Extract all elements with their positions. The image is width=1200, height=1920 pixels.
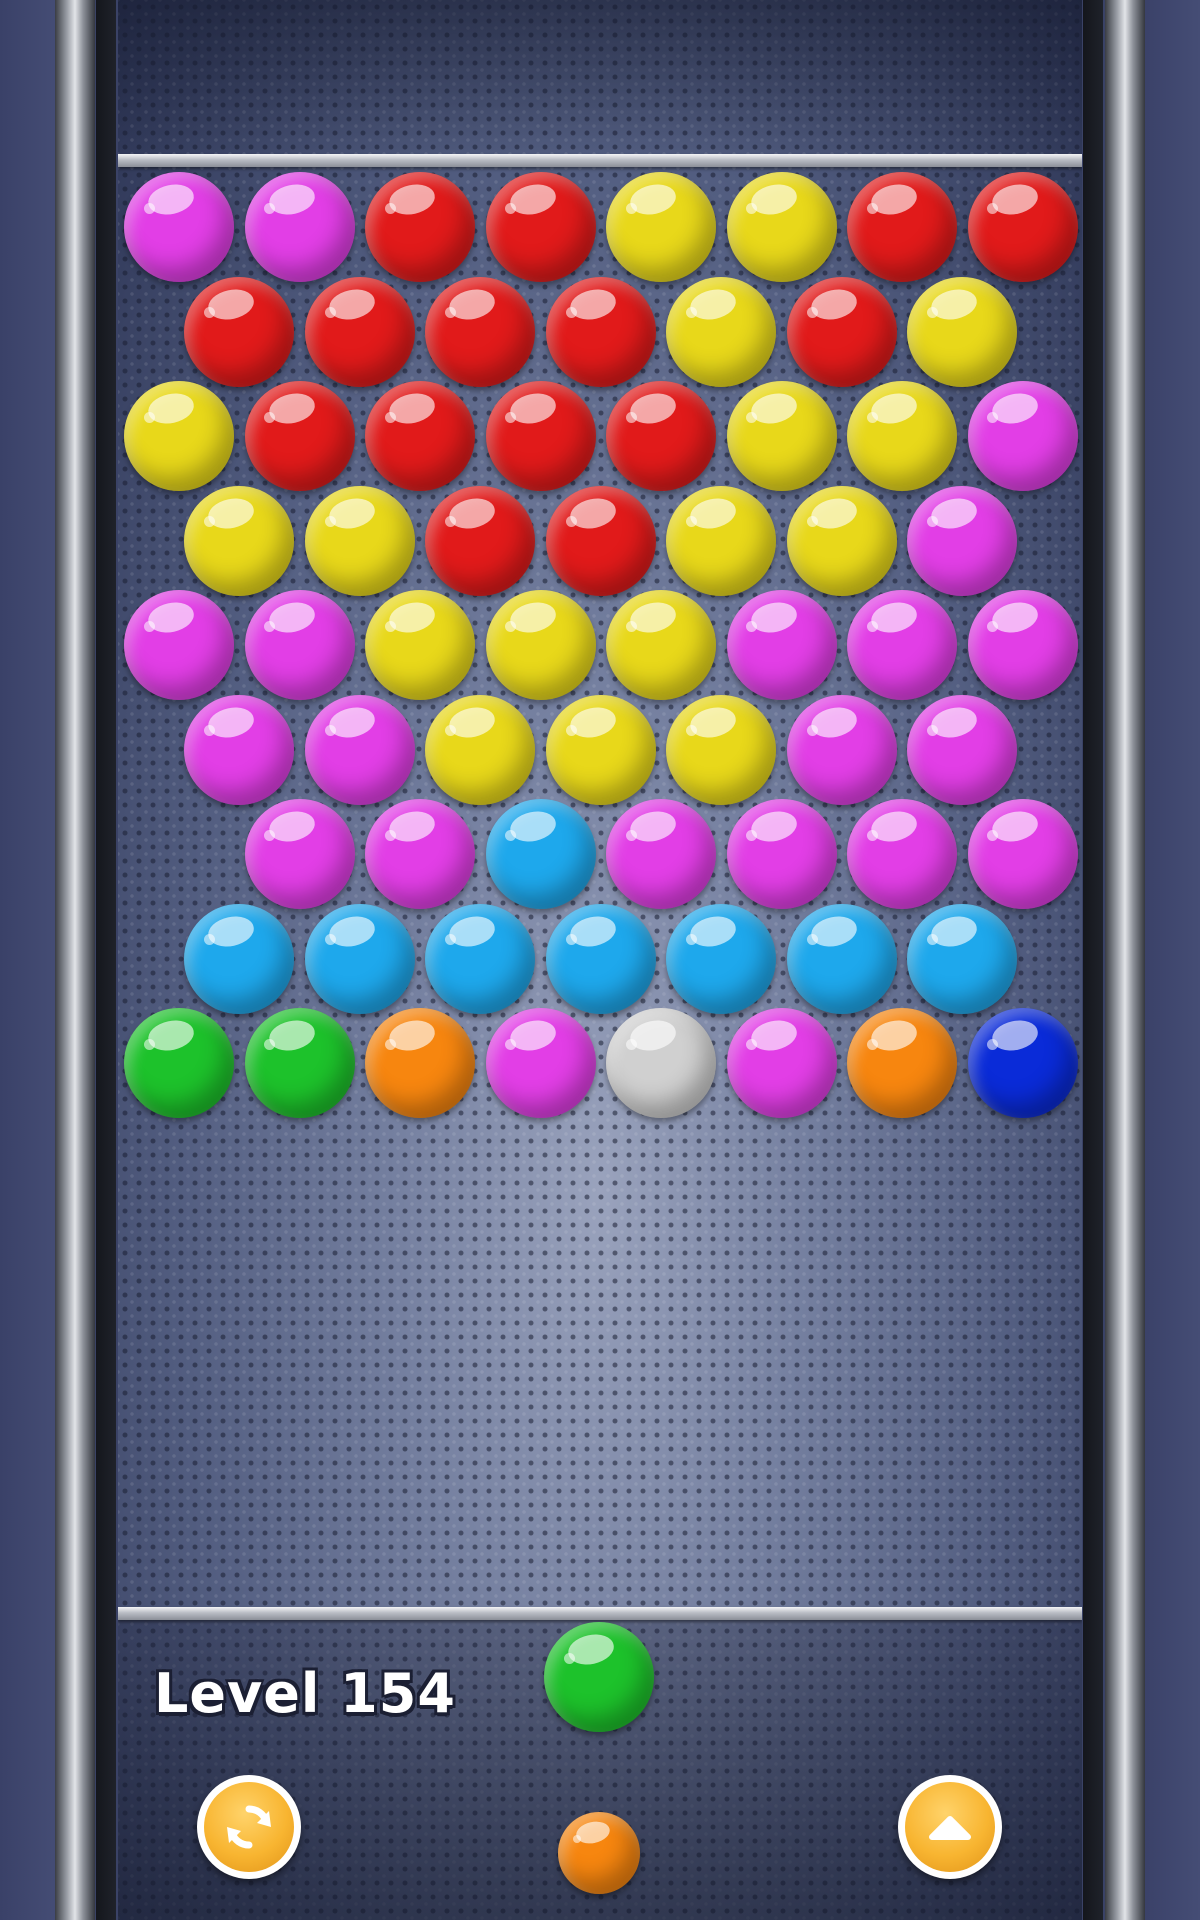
- bubble-red: [786, 276, 897, 387]
- current-bubble[interactable]: [544, 1622, 654, 1732]
- arrow-up-icon: [905, 1782, 995, 1872]
- bubble-magenta: [847, 590, 957, 700]
- bubble-cyan: [786, 903, 897, 1014]
- bubble-blue: [967, 1008, 1078, 1118]
- bubble-magenta: [726, 590, 837, 700]
- bubble-red: [365, 172, 475, 282]
- bubble-magenta: [726, 1008, 837, 1118]
- bubble-yellow: [124, 381, 234, 491]
- bubble-red: [184, 276, 295, 387]
- bubble-white: [606, 1008, 716, 1118]
- bubble-magenta: [244, 172, 355, 282]
- bubble-magenta: [244, 590, 355, 700]
- bubble-yellow: [726, 381, 837, 491]
- bubble-cyan: [545, 903, 656, 1014]
- bubble-red: [365, 381, 475, 491]
- bubble-yellow: [666, 694, 777, 805]
- bubble-red: [244, 381, 355, 491]
- bubble-red: [606, 381, 716, 491]
- bubble-magenta: [365, 799, 475, 909]
- bubble-magenta: [244, 799, 355, 909]
- right-rail-shadow: [1083, 0, 1103, 1920]
- bubble-yellow: [485, 590, 596, 700]
- bubble-magenta: [485, 1008, 596, 1118]
- up-button[interactable]: [898, 1775, 1002, 1879]
- bubble-red: [545, 276, 656, 387]
- bubble-magenta: [907, 694, 1018, 805]
- bubble-red: [847, 172, 957, 282]
- bubble-yellow: [786, 485, 897, 596]
- bubble-magenta: [184, 694, 295, 805]
- bubble-yellow: [184, 485, 295, 596]
- bubble-orange: [365, 1008, 475, 1118]
- bubble-yellow: [545, 694, 656, 805]
- bubble-red: [425, 485, 536, 596]
- next-bubble[interactable]: [558, 1812, 640, 1894]
- left-rail-shadow: [96, 0, 116, 1920]
- bubble-red: [545, 485, 656, 596]
- bubble-yellow: [847, 381, 957, 491]
- bubble-magenta: [304, 694, 415, 805]
- bubble-cyan: [485, 799, 596, 909]
- bubble-cyan: [666, 903, 777, 1014]
- deadline-bar: [118, 1607, 1082, 1620]
- bubble-magenta: [967, 590, 1078, 700]
- bubble-magenta: [967, 799, 1078, 909]
- bubble-magenta: [967, 381, 1078, 491]
- bubble-magenta: [124, 172, 234, 282]
- bubble-green: [124, 1008, 234, 1118]
- bubble-cyan: [184, 903, 295, 1014]
- bubble-red: [485, 172, 596, 282]
- bubble-magenta: [124, 590, 234, 700]
- bubble-magenta: [726, 799, 837, 909]
- top-shade: [118, 0, 1082, 160]
- bubble-yellow: [606, 172, 716, 282]
- bubble-green: [244, 1008, 355, 1118]
- bubble-yellow: [425, 694, 536, 805]
- bubble-cyan: [304, 903, 415, 1014]
- bubble-red: [304, 276, 415, 387]
- left-rail: [55, 0, 95, 1920]
- bubble-red: [967, 172, 1078, 282]
- game-board[interactable]: Level 154: [118, 0, 1082, 1920]
- bubble-magenta: [606, 799, 716, 909]
- left-backdrop: [0, 0, 58, 1920]
- bubble-red: [425, 276, 536, 387]
- bubble-magenta: [907, 485, 1018, 596]
- bubble-yellow: [666, 485, 777, 596]
- refresh-icon: [204, 1782, 294, 1872]
- swap-button[interactable]: [197, 1775, 301, 1879]
- bubble-yellow: [304, 485, 415, 596]
- bubble-orange: [847, 1008, 957, 1118]
- bubble-cyan: [425, 903, 536, 1014]
- bubble-yellow: [606, 590, 716, 700]
- ceiling-bar: [118, 154, 1082, 167]
- bubble-red: [485, 381, 596, 491]
- level-label: Level 154: [154, 1662, 456, 1725]
- bubble-magenta: [847, 799, 957, 909]
- bubble-yellow: [726, 172, 837, 282]
- right-backdrop: [1142, 0, 1200, 1920]
- bubble-yellow: [907, 276, 1018, 387]
- bubble-yellow: [365, 590, 475, 700]
- bubble-yellow: [666, 276, 777, 387]
- bubble-magenta: [786, 694, 897, 805]
- bubble-cyan: [907, 903, 1018, 1014]
- right-rail: [1105, 0, 1145, 1920]
